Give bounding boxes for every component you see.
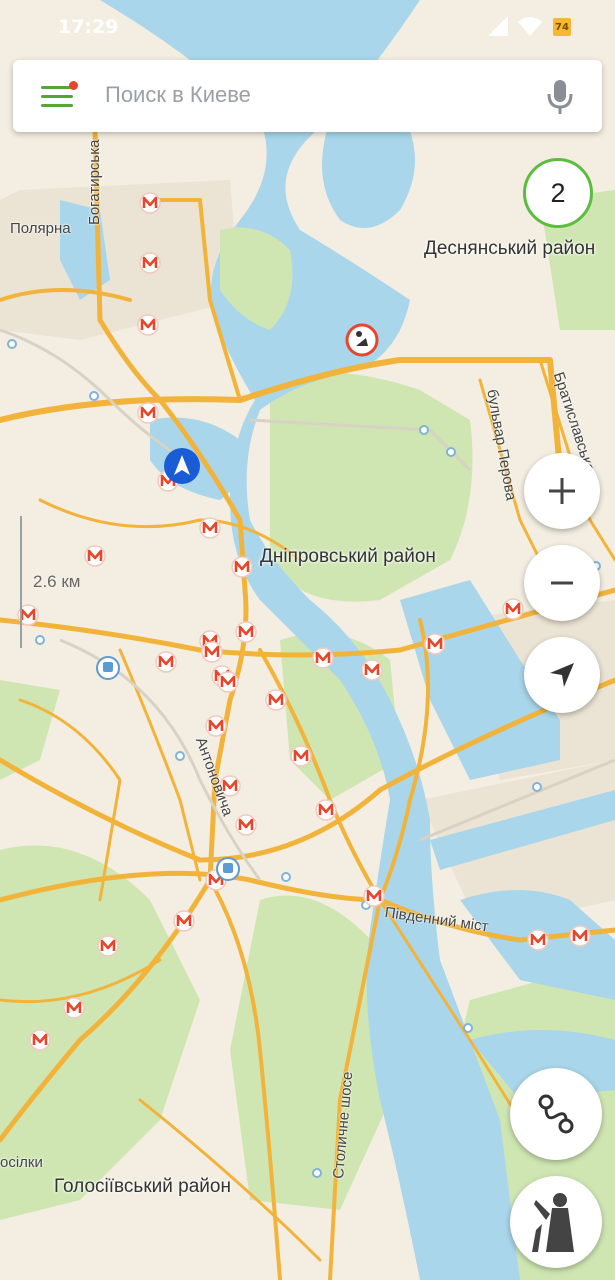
street-label: Полярна: [10, 220, 71, 237]
monument-icon: [532, 1193, 574, 1252]
metro-station-icon[interactable]: [139, 192, 161, 214]
metro-station-icon[interactable]: [312, 647, 334, 669]
street-label: Богатирська: [86, 139, 103, 225]
route-icon: [538, 1094, 574, 1134]
metro-station-icon[interactable]: [235, 814, 257, 836]
zoom-in-button[interactable]: [524, 453, 600, 529]
scale-bar: [20, 516, 22, 648]
metro-station-icon[interactable]: [315, 799, 337, 821]
metro-station-icon[interactable]: [290, 745, 312, 767]
city-guide-button[interactable]: [510, 1176, 602, 1268]
metro-station-icon[interactable]: [502, 598, 524, 620]
district-label: Дніпровський район: [260, 546, 436, 567]
route-button[interactable]: [510, 1068, 602, 1160]
zoom-out-button[interactable]: [524, 545, 600, 621]
scale-label: 2.6 км: [33, 572, 81, 591]
metro-station-icon[interactable]: [361, 659, 383, 681]
district-label: Деснянський район: [424, 238, 596, 259]
metro-station-icon[interactable]: [97, 935, 119, 957]
district-label: Голосіївський район: [54, 1176, 231, 1197]
metro-station-icon[interactable]: [199, 517, 221, 539]
metro-station-icon[interactable]: [363, 885, 385, 907]
bus-station-icon: [96, 656, 120, 680]
metro-station-icon[interactable]: [84, 545, 106, 567]
signal-icon: [488, 16, 508, 36]
metro-station-icon[interactable]: [29, 1029, 51, 1051]
metro-station-icon[interactable]: [569, 925, 591, 947]
user-location-icon: [164, 448, 200, 484]
metro-station-icon[interactable]: [217, 671, 239, 693]
metro-station-icon[interactable]: [173, 910, 195, 932]
notification-dot: [69, 81, 78, 90]
my-location-button[interactable]: [524, 637, 600, 713]
metro-station-icon[interactable]: [139, 252, 161, 274]
metro-station-icon[interactable]: [235, 621, 257, 643]
menu-icon[interactable]: [41, 81, 78, 110]
location-arrow-icon: [550, 663, 574, 687]
status-bar: 17:29 74: [0, 0, 615, 52]
microphone-icon[interactable]: [546, 78, 574, 116]
results-count-badge[interactable]: 2: [523, 158, 593, 228]
metro-station-icon[interactable]: [137, 314, 159, 336]
status-time: 17:29: [58, 16, 119, 38]
metro-station-icon[interactable]: [63, 997, 85, 1019]
plus-icon: [549, 478, 575, 504]
metro-station-icon[interactable]: [424, 633, 446, 655]
street-label: осілки: [0, 1154, 43, 1171]
wifi-icon: [518, 17, 542, 36]
metro-station-icon[interactable]: [231, 556, 253, 578]
metro-station-icon[interactable]: [155, 651, 177, 673]
bus-station-icon: [216, 857, 240, 881]
metro-station-icon[interactable]: [527, 929, 549, 951]
search-input[interactable]: Поиск в Киеве: [105, 82, 251, 108]
roadwork-marker-icon[interactable]: [345, 323, 379, 357]
metro-station-icon[interactable]: [201, 641, 223, 663]
metro-station-icon[interactable]: [265, 689, 287, 711]
battery-icon: 74: [553, 18, 571, 36]
metro-station-icon[interactable]: [137, 402, 159, 424]
metro-station-icon[interactable]: [205, 715, 227, 737]
search-bar[interactable]: Поиск в Киеве: [13, 60, 602, 132]
minus-icon: [551, 581, 573, 585]
